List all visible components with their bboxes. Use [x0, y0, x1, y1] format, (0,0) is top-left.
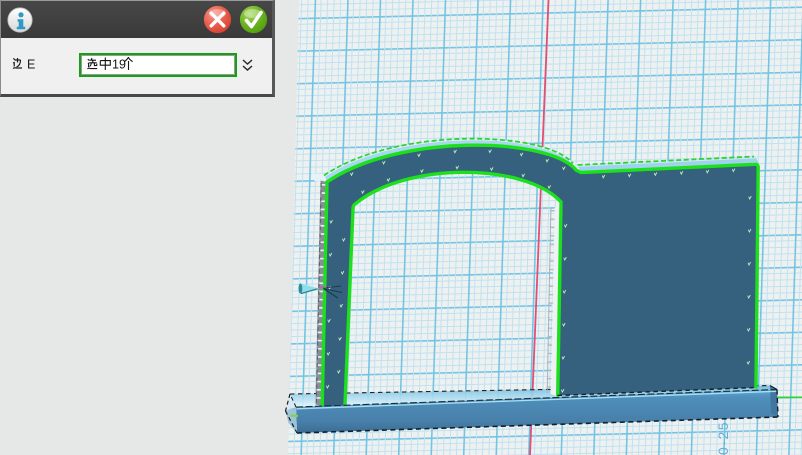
- svg-text:E: E: [27, 58, 35, 72]
- svg-text:19: 19: [112, 58, 126, 72]
- svg-text:0-25: 0-25: [715, 421, 731, 455]
